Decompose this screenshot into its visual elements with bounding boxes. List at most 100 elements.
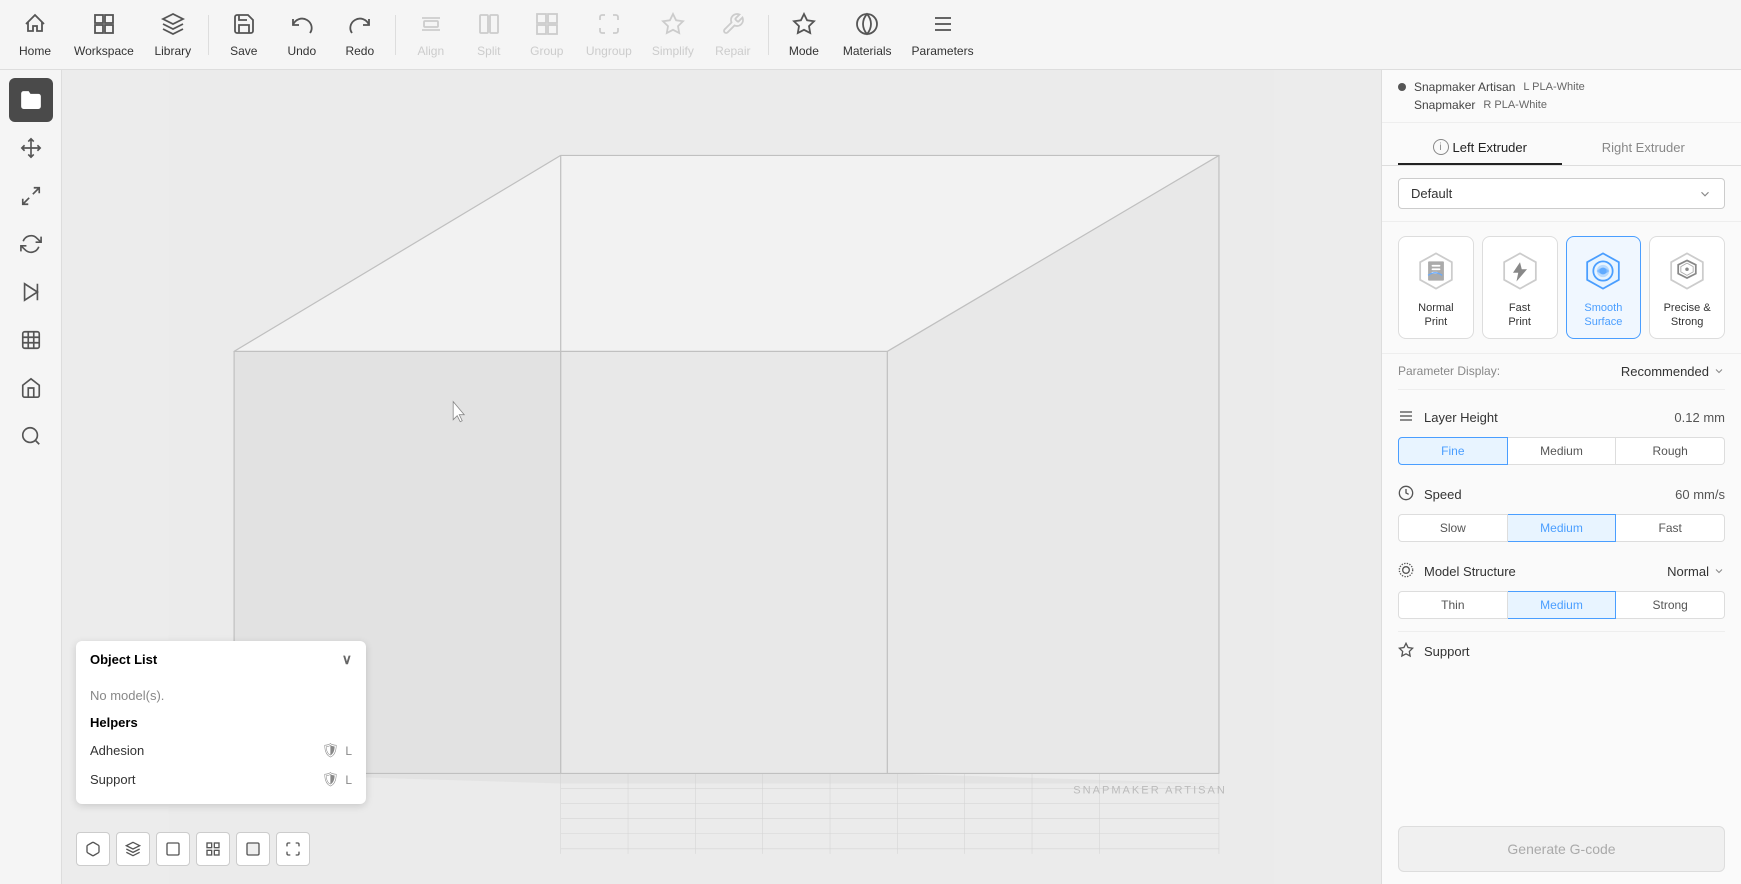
print-modes-section: NormalPrint FastPrint (1382, 222, 1741, 354)
param-display-chevron-icon (1713, 365, 1725, 377)
toolbar-align[interactable]: Align (404, 8, 458, 62)
right-panel: Snapmaker Artisan L PLA-White Snapmaker … (1381, 70, 1741, 884)
fast-print-icon (1496, 247, 1544, 295)
workspace-icon (92, 12, 116, 40)
generate-gcode-label: Generate G-code (1507, 841, 1615, 857)
speed-row: Speed 60 mm/s (1398, 477, 1725, 510)
generate-gcode-button[interactable]: Generate G-code (1398, 826, 1725, 872)
speed-icon (1398, 485, 1418, 504)
profile-chevron-icon (1698, 187, 1712, 201)
layer-height-group: Layer Height 0.12 mm Fine Medium Rough (1398, 400, 1725, 465)
toolbar-mode[interactable]: Mode (777, 8, 831, 62)
toolbar-redo[interactable]: Redo (333, 8, 387, 62)
toolbar-parameters[interactable]: Parameters (904, 8, 982, 62)
device-left-material: PLA-White (1532, 81, 1585, 93)
layer-height-rough[interactable]: Rough (1616, 437, 1725, 465)
model-structure-medium[interactable]: Medium (1508, 591, 1617, 619)
main-area: SNAPMAKER ARTISAN Object List ∨ No model… (0, 70, 1741, 884)
home-icon (23, 12, 47, 40)
helper-adhesion[interactable]: Adhesion 🛡 L (90, 736, 352, 765)
param-display-row: Parameter Display: Recommended (1398, 354, 1725, 390)
device-right-material: PLA-White (1494, 99, 1547, 111)
device-left-label: L (1523, 81, 1529, 93)
repair-icon (721, 12, 745, 40)
sidebar-item-tools[interactable] (9, 414, 53, 458)
model-structure-value: Normal (1667, 564, 1709, 579)
toolbar-library[interactable]: Library (146, 8, 200, 62)
normal-print-label: NormalPrint (1418, 301, 1453, 330)
viewport[interactable]: SNAPMAKER ARTISAN Object List ∨ No model… (62, 70, 1381, 884)
redo-icon (348, 12, 372, 40)
simplify-icon (661, 12, 685, 40)
layer-height-options: Fine Medium Rough (1398, 437, 1725, 465)
support-label: Support (1424, 644, 1725, 659)
param-display-dropdown[interactable]: Recommended (1621, 364, 1725, 379)
group-icon (535, 12, 559, 40)
precise-strong-label: Precise &Strong (1664, 301, 1711, 330)
mode-normal-print[interactable]: NormalPrint (1398, 236, 1474, 339)
model-structure-label: Model Structure (1424, 564, 1667, 579)
vp-btn-solid[interactable] (236, 832, 270, 866)
tab-left-extruder[interactable]: i Left Extruder (1398, 131, 1562, 165)
speed-slow[interactable]: Slow (1398, 514, 1508, 542)
vp-btn-grid[interactable] (196, 832, 230, 866)
parameters-icon (931, 12, 955, 40)
toolbar-home[interactable]: Home (8, 8, 62, 62)
mode-precise-strong[interactable]: Precise &Strong (1649, 236, 1725, 339)
undo-icon (290, 12, 314, 40)
layer-height-fine[interactable]: Fine (1398, 437, 1508, 465)
speed-value: 60 mm/s (1675, 487, 1725, 502)
speed-label: Speed (1424, 487, 1675, 502)
toolbar-ungroup[interactable]: Ungroup (578, 8, 640, 62)
mode-fast-print[interactable]: FastPrint (1482, 236, 1558, 339)
vp-btn-collapse[interactable] (276, 832, 310, 866)
library-icon (161, 12, 185, 40)
sidebar-item-support[interactable] (9, 318, 53, 362)
toolbar-repair[interactable]: Repair (706, 8, 760, 62)
object-list-header[interactable]: Object List ∨ (76, 641, 366, 678)
smooth-surface-icon (1579, 247, 1627, 295)
helper-support[interactable]: Support 🛡 L (90, 765, 352, 794)
vp-btn-cube[interactable] (76, 832, 110, 866)
model-structure-strong[interactable]: Strong (1616, 591, 1725, 619)
toolbar-materials[interactable]: Materials (835, 8, 900, 62)
viewport-bottom-toolbar (76, 832, 310, 866)
tab-right-extruder[interactable]: Right Extruder (1562, 131, 1726, 165)
sidebar-item-rotate[interactable] (9, 222, 53, 266)
materials-icon (855, 12, 879, 40)
toolbar-workspace[interactable]: Workspace (66, 8, 142, 62)
speed-group: Speed 60 mm/s Slow Medium Fast (1398, 477, 1725, 542)
toolbar-save[interactable]: Save (217, 8, 271, 62)
device-info: Snapmaker Artisan L PLA-White Snapmaker … (1382, 70, 1741, 123)
device-row-2: Snapmaker R PLA-White (1398, 98, 1725, 112)
sidebar-item-scale[interactable] (9, 174, 53, 218)
info-icon-left: i (1433, 139, 1449, 155)
model-structure-options: Thin Medium Strong (1398, 591, 1725, 619)
toolbar-group[interactable]: Group (520, 8, 574, 62)
profile-section: Default (1382, 166, 1741, 222)
split-icon (477, 12, 501, 40)
vp-btn-wireframe[interactable] (156, 832, 190, 866)
vp-btn-layer[interactable] (116, 832, 150, 866)
layer-height-medium[interactable]: Medium (1508, 437, 1617, 465)
canvas-area[interactable]: SNAPMAKER ARTISAN Object List ∨ No model… (62, 70, 1381, 884)
toolbar-simplify[interactable]: Simplify (644, 8, 702, 62)
layer-height-row: Layer Height 0.12 mm (1398, 400, 1725, 433)
sidebar-item-mirror[interactable] (9, 270, 53, 314)
toolbar-sep-3 (768, 15, 769, 55)
model-structure-dropdown[interactable]: Normal (1667, 564, 1725, 579)
sidebar-item-scene[interactable] (9, 366, 53, 410)
object-list-title: Object List (90, 652, 157, 667)
speed-medium[interactable]: Medium (1508, 514, 1617, 542)
left-extruder-label: Left Extruder (1453, 140, 1527, 155)
speed-fast[interactable]: Fast (1616, 514, 1725, 542)
toolbar-split[interactable]: Split (462, 8, 516, 62)
profile-dropdown[interactable]: Default (1398, 178, 1725, 209)
sidebar-item-folder[interactable] (9, 78, 53, 122)
precise-strong-icon (1663, 247, 1711, 295)
device-model: Snapmaker (1414, 98, 1475, 112)
mode-smooth-surface[interactable]: SmoothSurface (1566, 236, 1642, 339)
model-structure-thin[interactable]: Thin (1398, 591, 1508, 619)
sidebar-item-move[interactable] (9, 126, 53, 170)
toolbar-undo[interactable]: Undo (275, 8, 329, 62)
